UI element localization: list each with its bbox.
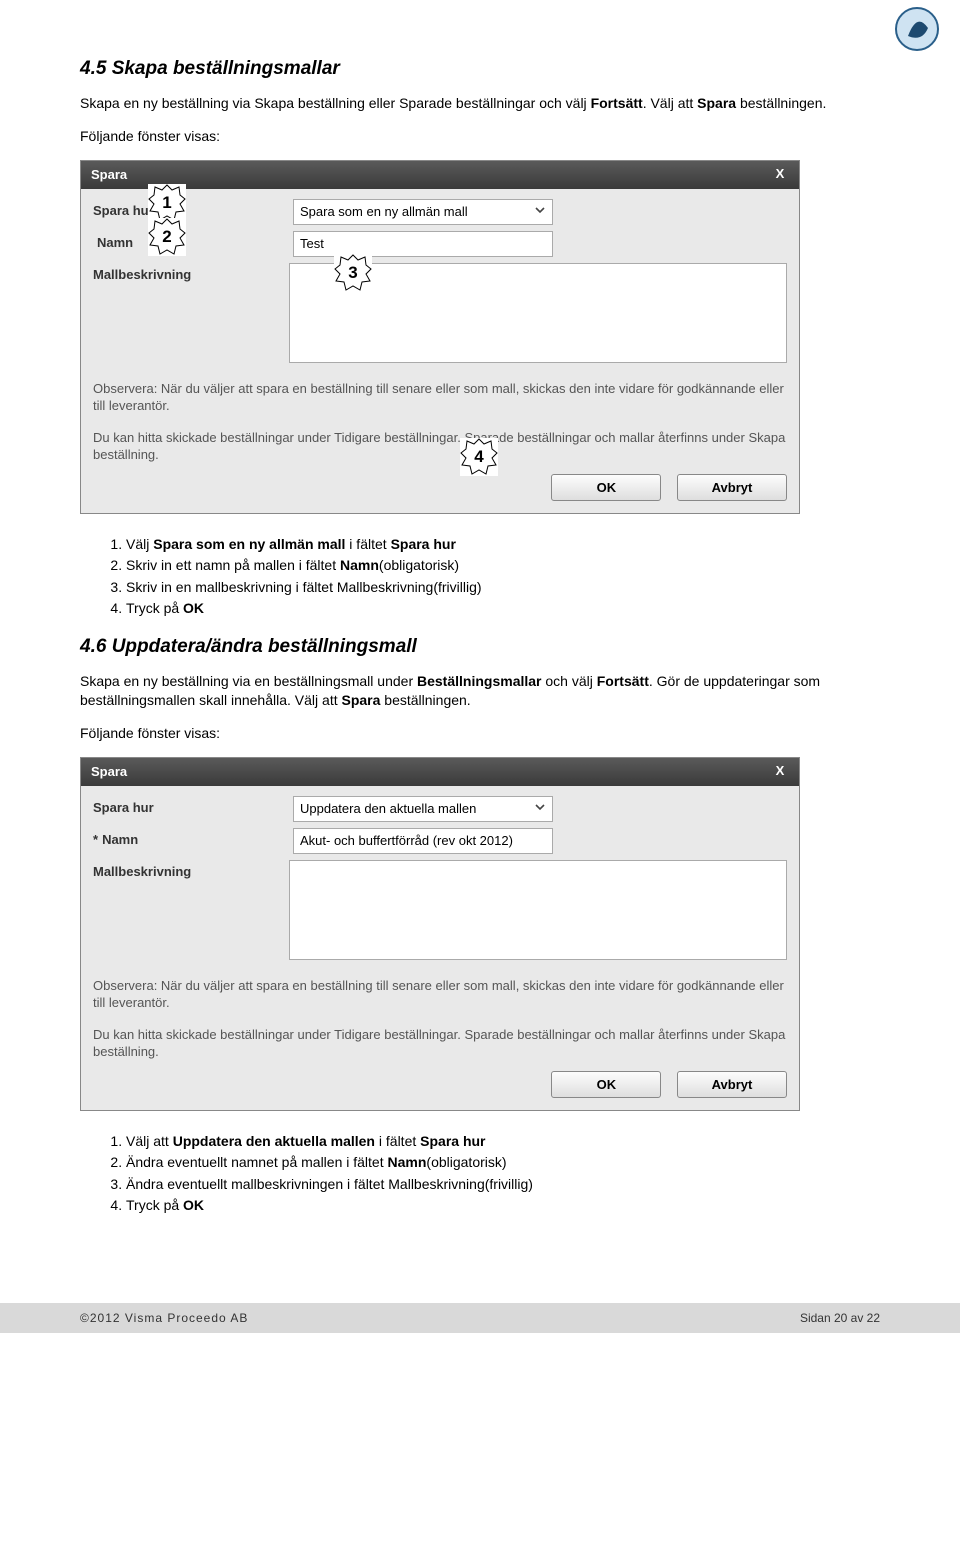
section-45-heading: 4.5 Skapa beställningsmallar — [80, 58, 880, 80]
list-item: Välj Spara som en ny allmän mall i fälte… — [126, 534, 880, 554]
app-logo-icon — [894, 6, 940, 52]
spara-dialog-1: Spara X Spara hur Spara som en ny allmän… — [80, 160, 800, 514]
close-icon[interactable]: X — [771, 166, 789, 184]
list-item: Ändra eventuellt namnet på mallen i fält… — [126, 1152, 880, 1172]
spara-hur-select[interactable]: Spara som en ny allmän mall — [293, 199, 553, 225]
ok-button[interactable]: OK — [551, 1071, 661, 1098]
list-item: Välj att Uppdatera den aktuella mallen i… — [126, 1131, 880, 1151]
section-46-following: Följande fönster visas: — [80, 724, 880, 743]
label-namn: *Namn — [93, 828, 293, 847]
close-icon[interactable]: X — [771, 763, 789, 781]
ok-button[interactable]: OK — [551, 474, 661, 501]
namn-input[interactable] — [293, 231, 553, 257]
callout-1: 1 — [148, 184, 186, 222]
cancel-button[interactable]: Avbryt — [677, 1071, 787, 1098]
label-mallbeskrivning: Mallbeskrivning — [93, 860, 289, 879]
section-45-following: Följande fönster visas: — [80, 127, 880, 146]
spara-hur-value: Spara som en ny allmän mall — [300, 204, 468, 219]
section-46-heading: 4.6 Uppdatera/ändra beställningsmall — [80, 636, 880, 658]
dialog-note-2: Du kan hitta skickade beställningar unde… — [93, 1026, 787, 1061]
callout-4: 4 — [460, 438, 498, 476]
section-46-intro: Skapa en ny beställning via en beställni… — [80, 672, 880, 710]
callout-3: 3 — [334, 254, 372, 292]
steps-45: Välj Spara som en ny allmän mall i fälte… — [126, 534, 880, 618]
list-item: Ändra eventuellt mallbeskrivningen i fäl… — [126, 1174, 880, 1194]
chevron-down-icon — [534, 204, 546, 219]
label-namn: Namn — [93, 231, 293, 250]
section-45-intro: Skapa en ny beställning via Skapa bestäl… — [80, 94, 880, 113]
callout-2: 2 — [148, 218, 186, 256]
label-mallbeskrivning: Mallbeskrivning — [93, 263, 289, 282]
page-footer: ©2012 Visma Proceedo AB Sidan 20 av 22 — [0, 1303, 960, 1333]
chevron-down-icon — [534, 801, 546, 816]
namn-input[interactable] — [293, 828, 553, 854]
dialog-title: Spara — [91, 764, 127, 779]
steps-46: Välj att Uppdatera den aktuella mallen i… — [126, 1131, 880, 1215]
spara-hur-select[interactable]: Uppdatera den aktuella mallen — [293, 796, 553, 822]
cancel-button[interactable]: Avbryt — [677, 474, 787, 501]
dialog-note-1: Observera: När du väljer att spara en be… — [93, 380, 787, 415]
list-item: Tryck på OK — [126, 598, 880, 618]
mallbeskrivning-textarea[interactable] — [289, 860, 787, 960]
dialog-note-1: Observera: När du väljer att spara en be… — [93, 977, 787, 1012]
dialog-title: Spara — [91, 167, 127, 182]
list-item: Tryck på OK — [126, 1195, 880, 1215]
list-item: Skriv in en mallbeskrivning i fältet Mal… — [126, 577, 880, 597]
dialog-note-2: Du kan hitta skickade beställningar unde… — [93, 429, 787, 464]
spara-dialog-2: Spara X Spara hur Uppdatera den aktuella… — [80, 757, 800, 1111]
footer-copyright: ©2012 Visma Proceedo AB — [80, 1311, 248, 1325]
list-item: Skriv in ett namn på mallen i fältet Nam… — [126, 555, 880, 575]
label-spara-hur: Spara hur — [93, 796, 293, 815]
label-spara-hur: Spara hur — [93, 199, 293, 218]
footer-page-number: Sidan 20 av 22 — [800, 1311, 880, 1325]
spara-hur-value: Uppdatera den aktuella mallen — [300, 801, 476, 816]
